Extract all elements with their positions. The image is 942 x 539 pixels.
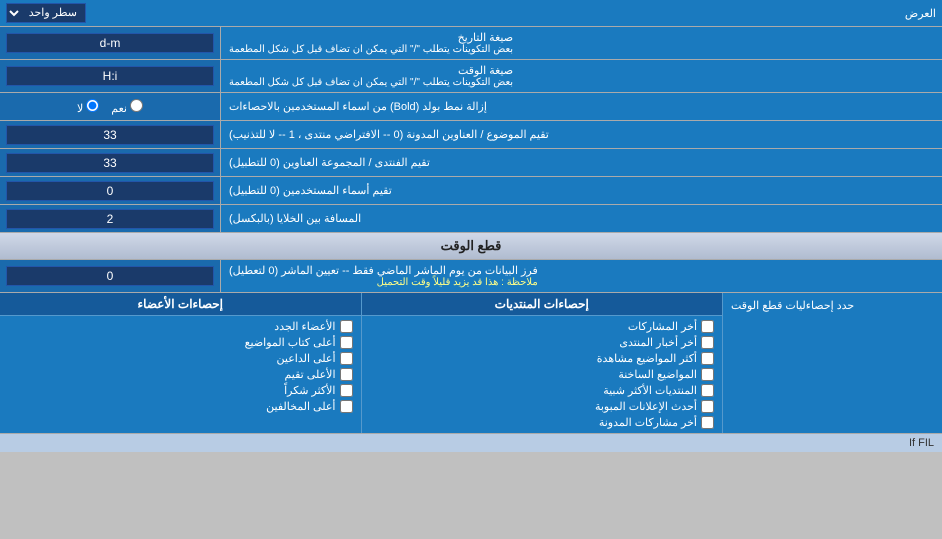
stat-checkbox-7[interactable] bbox=[701, 416, 714, 429]
time-format-label: صيغة الوقت بعض التكوينات يتطلب "/" التي … bbox=[220, 60, 942, 92]
stat-checkbox-4[interactable] bbox=[701, 368, 714, 381]
date-format-input-cell bbox=[0, 27, 220, 59]
list-item: أخر المشاركات bbox=[370, 320, 715, 333]
stats-col1-content: أخر المشاركات أخر أخبار المنتدى أكثر الم… bbox=[361, 316, 723, 433]
sort-forum-input-cell bbox=[0, 149, 220, 176]
bold-style-radio-yes[interactable] bbox=[130, 99, 143, 112]
stat-checkbox-3[interactable] bbox=[701, 352, 714, 365]
bold-style-radios: نعم لا bbox=[77, 99, 143, 115]
stat-checkbox-13[interactable] bbox=[340, 400, 353, 413]
stat-checkbox-12[interactable] bbox=[340, 384, 353, 397]
sort-users-input[interactable] bbox=[6, 181, 214, 201]
sort-forum-input[interactable] bbox=[6, 153, 214, 173]
list-item: الأعلى تقيم bbox=[8, 368, 353, 381]
list-item: الأكثر شكراً bbox=[8, 384, 353, 397]
if-fil-note: If FIL bbox=[0, 434, 942, 452]
bold-style-label: إزالة نمط بولد (Bold) من اسماء المستخدمي… bbox=[220, 93, 942, 120]
time-format-row: صيغة الوقت بعض التكوينات يتطلب "/" التي … bbox=[0, 60, 942, 93]
stat-checkbox-10[interactable] bbox=[340, 352, 353, 365]
sort-posts-row: تقيم الموضوع / العناوين المدونة (0 -- ال… bbox=[0, 121, 942, 149]
stat-checkbox-8[interactable] bbox=[340, 320, 353, 333]
stat-checkbox-9[interactable] bbox=[340, 336, 353, 349]
sort-posts-label: تقيم الموضوع / العناوين المدونة (0 -- ال… bbox=[220, 121, 942, 148]
cut-time-row: فرز البيانات من يوم الماشر الماضي فقط --… bbox=[0, 260, 942, 293]
sort-users-input-cell bbox=[0, 177, 220, 204]
cut-time-label: فرز البيانات من يوم الماشر الماضي فقط --… bbox=[220, 260, 942, 292]
bold-style-input-cell: نعم لا bbox=[0, 93, 220, 120]
stats-col2-content: الأعضاء الجدد أعلى كتاب المواضيع أعلى ال… bbox=[0, 316, 361, 433]
stat-checkbox-5[interactable] bbox=[701, 384, 714, 397]
cut-time-input[interactable] bbox=[6, 266, 214, 286]
bold-style-radio-no[interactable] bbox=[86, 99, 99, 112]
list-item: أحدث الإعلانات المبوبة bbox=[370, 400, 715, 413]
stats-cols-content: أخر المشاركات أخر أخبار المنتدى أكثر الم… bbox=[0, 316, 722, 433]
top-row: العرض سطر واحد سطرين ثلاثة أسطر bbox=[0, 0, 942, 27]
time-format-input-cell bbox=[0, 60, 220, 92]
main-container: العرض سطر واحد سطرين ثلاثة أسطر صيغة الت… bbox=[0, 0, 942, 452]
time-format-input[interactable] bbox=[6, 66, 214, 86]
stat-checkbox-1[interactable] bbox=[701, 320, 714, 333]
space-between-label: المسافة بين الخلايا (بالبكسل) bbox=[220, 205, 942, 232]
list-item: أعلى المخالفين bbox=[8, 400, 353, 413]
bold-style-row: إزالة نمط بولد (Bold) من اسماء المستخدمي… bbox=[0, 93, 942, 121]
sort-posts-input[interactable] bbox=[6, 125, 214, 145]
list-item: أكثر المواضيع مشاهدة bbox=[370, 352, 715, 365]
space-between-row: المسافة بين الخلايا (بالبكسل) bbox=[0, 205, 942, 233]
sort-users-row: تقيم أسماء المستخدمين (0 للتطبيل) bbox=[0, 177, 942, 205]
cut-time-input-cell bbox=[0, 260, 220, 292]
stat-checkbox-2[interactable] bbox=[701, 336, 714, 349]
stats-col2-header: إحصاءات الأعضاء bbox=[0, 293, 361, 315]
date-format-row: صيغة التاريخ بعض التكوينات يتطلب "/" الت… bbox=[0, 27, 942, 60]
sort-posts-input-cell bbox=[0, 121, 220, 148]
stats-cols-header: إحصاءات المنتديات إحصاءات الأعضاء bbox=[0, 293, 722, 316]
stats-col1-header: إحصاءات المنتديات bbox=[361, 293, 723, 315]
space-between-input[interactable] bbox=[6, 209, 214, 229]
bold-style-radio-no-label[interactable]: لا bbox=[77, 99, 99, 115]
stats-main: إحصاءات المنتديات إحصاءات الأعضاء أخر ال… bbox=[0, 293, 722, 433]
list-item: أخر مشاركات المدونة bbox=[370, 416, 715, 429]
top-row-label: العرض bbox=[86, 7, 936, 20]
bold-style-radio-yes-label[interactable]: نعم bbox=[111, 99, 143, 115]
cut-time-header: قطع الوقت bbox=[0, 233, 942, 260]
stats-section-label: حدد إحصاءليات قطع الوقت bbox=[722, 293, 942, 433]
stat-checkbox-6[interactable] bbox=[701, 400, 714, 413]
sort-users-label: تقيم أسماء المستخدمين (0 للتطبيل) bbox=[220, 177, 942, 204]
list-item: المواضيع الساخنة bbox=[370, 368, 715, 381]
stats-section: حدد إحصاءليات قطع الوقت إحصاءات المنتديا… bbox=[0, 293, 942, 434]
list-item: أخر أخبار المنتدى bbox=[370, 336, 715, 349]
list-item: أعلى الداعين bbox=[8, 352, 353, 365]
stat-checkbox-11[interactable] bbox=[340, 368, 353, 381]
date-format-label: صيغة التاريخ بعض التكوينات يتطلب "/" الت… bbox=[220, 27, 942, 59]
list-item: أعلى كتاب المواضيع bbox=[8, 336, 353, 349]
sort-forum-row: تقيم الفنتدى / المجموعة العناوين (0 للتط… bbox=[0, 149, 942, 177]
date-format-input[interactable] bbox=[6, 33, 214, 53]
space-between-input-cell bbox=[0, 205, 220, 232]
sort-forum-label: تقيم الفنتدى / المجموعة العناوين (0 للتط… bbox=[220, 149, 942, 176]
list-item: المنتديات الأكثر شبية bbox=[370, 384, 715, 397]
display-select[interactable]: سطر واحد سطرين ثلاثة أسطر bbox=[6, 3, 86, 23]
list-item: الأعضاء الجدد bbox=[8, 320, 353, 333]
